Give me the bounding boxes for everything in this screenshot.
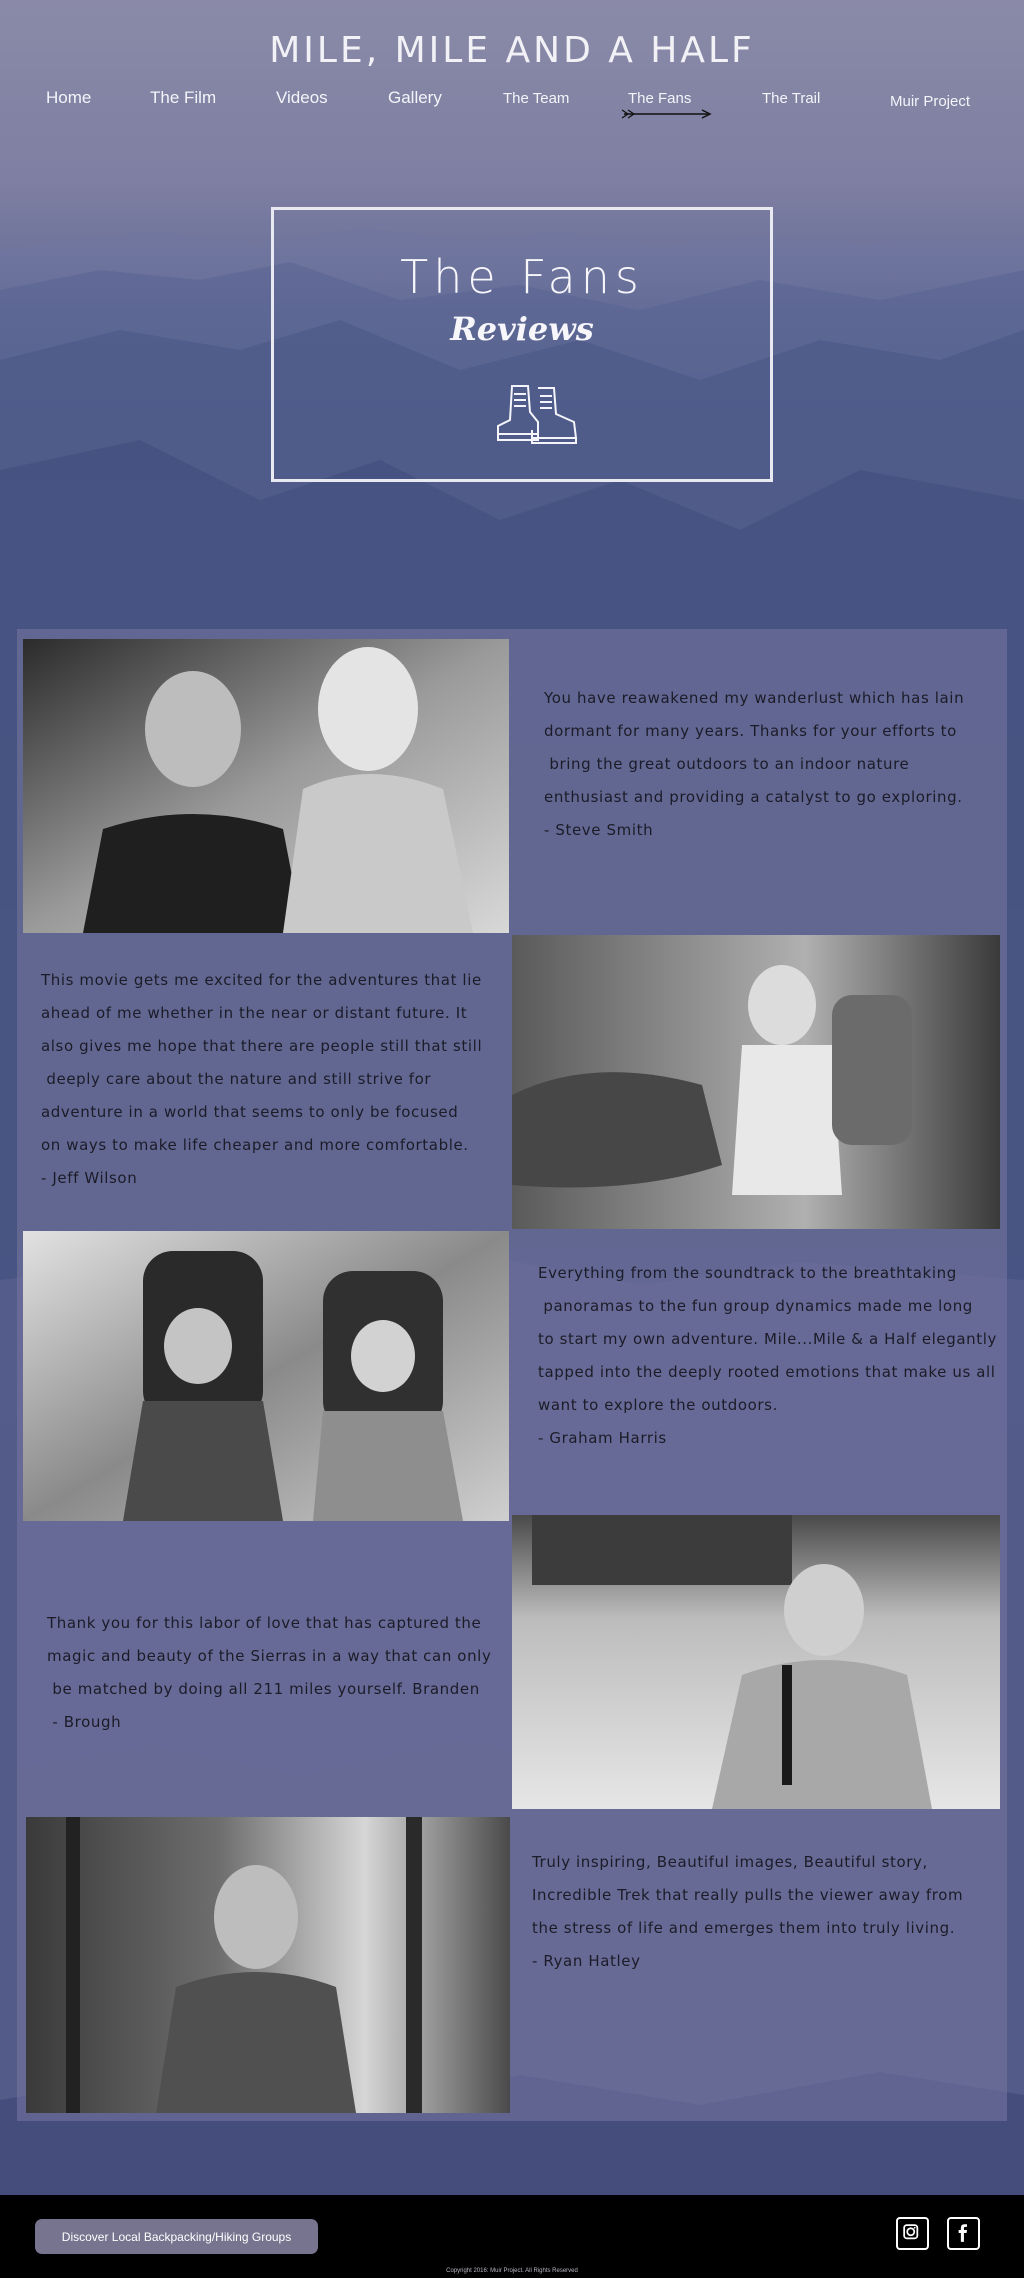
review-quote: Truly inspiring, Beautiful images, Beaut… (532, 1853, 964, 1970)
site-title[interactable]: MILE, MILE AND A HALF (0, 30, 1024, 71)
hero-title: The Fans (400, 250, 644, 304)
review-text-graham-harris: Everything from the soundtrack to the br… (538, 1257, 998, 1455)
review-quote: Everything from the soundtrack to the br… (538, 1264, 997, 1447)
review-quote: You have reawakened my wanderlust which … (544, 689, 965, 839)
nav-item-videos[interactable]: Videos (276, 88, 328, 108)
review-photo-branden-brough (512, 1515, 1000, 1809)
facebook-glyph (958, 2224, 968, 2242)
nav-item-the-trail[interactable]: The Trail (762, 90, 820, 107)
nav-item-the-fans[interactable]: The Fans (621, 90, 712, 119)
review-photo-steve-smith (23, 639, 509, 933)
review-text-steve-smith: You have reawakened my wanderlust which … (544, 682, 994, 847)
footer: Discover Local Backpacking/Hiking Groups… (0, 2195, 1024, 2278)
review-photo-jeff-wilson (512, 935, 1000, 1229)
nav-item-the-film[interactable]: The Film (150, 88, 216, 108)
instagram-icon[interactable] (896, 2217, 929, 2250)
review-quote: Thank you for this labor of love that ha… (47, 1614, 492, 1731)
review-photo-ryan-hatley (26, 1817, 510, 2113)
copyright-text: Copyright 2016: Muir Project. All Rights… (446, 2268, 578, 2274)
review-quote: This movie gets me excited for the adven… (41, 971, 483, 1187)
review-text-branden-brough: Thank you for this labor of love that ha… (47, 1607, 507, 1739)
discover-hiking-groups-button[interactable]: Discover Local Backpacking/Hiking Groups (35, 2219, 318, 2254)
nav-item-the-fans-label: The Fans (628, 90, 692, 107)
active-arrow-icon (621, 109, 712, 119)
hiking-boots-icon (497, 385, 578, 444)
review-photo-graham-harris (23, 1231, 509, 1521)
review-text-jeff-wilson: This movie gets me excited for the adven… (41, 964, 501, 1195)
nav-item-the-team[interactable]: The Team (503, 90, 569, 107)
nav-item-muir-project[interactable]: Muir Project (890, 93, 970, 110)
hero-subtitle: Reviews (450, 310, 594, 348)
main-nav: Home The Film Videos Gallery The Team Th… (0, 88, 1024, 119)
review-text-ryan-hatley: Truly inspiring, Beautiful images, Beaut… (532, 1846, 992, 1978)
nav-item-gallery[interactable]: Gallery (388, 88, 442, 108)
hero-box: The Fans Reviews (271, 207, 773, 482)
nav-item-home[interactable]: Home (46, 88, 91, 108)
facebook-icon[interactable] (947, 2217, 980, 2250)
instagram-glyph (903, 2224, 919, 2240)
